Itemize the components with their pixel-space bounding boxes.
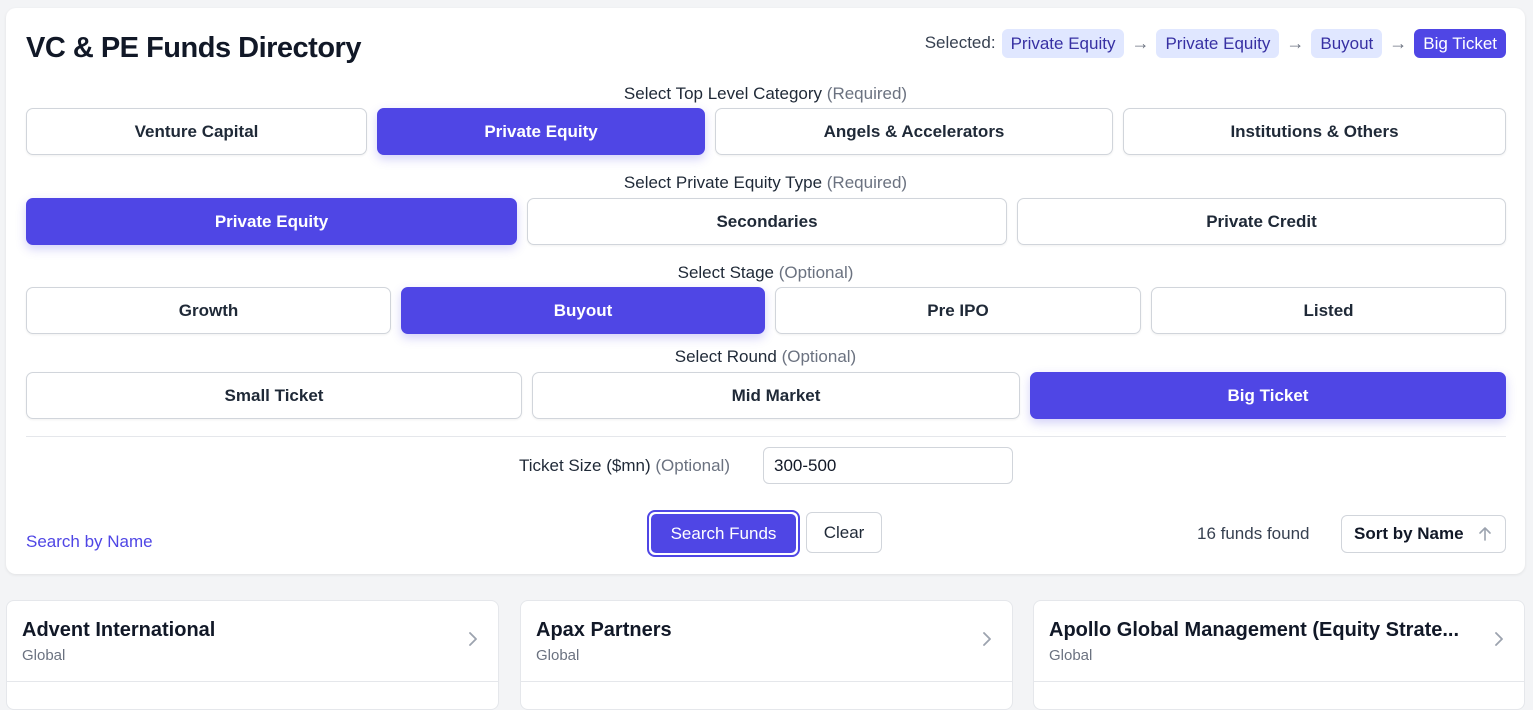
- search-funds-label: Search Funds: [651, 514, 796, 553]
- breadcrumb-chip-stage: Buyout: [1311, 28, 1383, 58]
- fund-name: Advent International: [22, 619, 216, 641]
- pe-type-required-text: (Required): [826, 173, 908, 192]
- search-by-name-link[interactable]: Search by Name: [26, 532, 153, 552]
- chevron-right-icon: [1495, 632, 1503, 646]
- arrow-up-icon: [1478, 527, 1491, 541]
- pe-type-section-label: Select Private Equity Type (Required): [6, 173, 1525, 193]
- option-small-ticket[interactable]: Small Ticket: [26, 372, 522, 419]
- arrow-right-icon: →: [1389, 32, 1408, 53]
- chevron-right-icon: [469, 632, 477, 646]
- option-venture-capital[interactable]: Venture Capital: [26, 108, 367, 155]
- fund-name: Apollo Global Management (Equity Strate.…: [1049, 619, 1460, 641]
- pe-type-label-text: Select Private Equity Type: [623, 173, 823, 192]
- option-big-ticket[interactable]: Big Ticket: [1030, 372, 1506, 419]
- card-divider: [521, 681, 1012, 682]
- section-divider: [26, 436, 1506, 437]
- option-pre-ipo[interactable]: Pre IPO: [775, 287, 1141, 334]
- top-level-required-text: (Required): [826, 84, 908, 103]
- top-level-label-text: Select Top Level Category: [623, 84, 823, 103]
- filter-panel: VC & PE Funds Directory Selected: Privat…: [6, 8, 1525, 574]
- sort-label: Sort by Name: [1354, 524, 1464, 543]
- fund-card[interactable]: Apax Partners Global: [520, 600, 1013, 710]
- results-count: 16 funds found: [1197, 524, 1310, 543]
- option-growth[interactable]: Growth: [26, 287, 391, 334]
- fund-card[interactable]: Advent International Global: [6, 600, 499, 710]
- stage-label-text: Select Stage: [677, 263, 775, 282]
- fund-card[interactable]: Apollo Global Management (Equity Strate.…: [1033, 600, 1525, 710]
- top-level-section-label: Select Top Level Category (Required): [6, 84, 1525, 104]
- arrow-right-icon: →: [1131, 32, 1150, 53]
- sort-button[interactable]: Sort by Name: [1341, 515, 1506, 553]
- option-pe-type-private-equity[interactable]: Private Equity: [26, 198, 517, 245]
- arrow-right-icon: →: [1286, 32, 1305, 53]
- selected-label: Selected:: [924, 33, 996, 52]
- breadcrumb-chip-type: Private Equity: [1156, 28, 1280, 58]
- breadcrumb-chip-category: Private Equity: [1001, 28, 1125, 58]
- card-divider: [7, 681, 498, 682]
- clear-button[interactable]: Clear: [806, 512, 882, 553]
- fund-name: Apax Partners: [536, 619, 672, 641]
- stage-section-label: Select Stage (Optional): [6, 263, 1525, 283]
- option-angels-accelerators[interactable]: Angels & Accelerators: [715, 108, 1113, 155]
- selected-breadcrumb: Selected: Private Equity → Private Equit…: [925, 28, 1506, 58]
- ticket-size-label-text: Ticket Size ($mn): [519, 456, 651, 475]
- ticket-size-input[interactable]: [763, 447, 1013, 484]
- stage-optional-text: (Optional): [778, 263, 854, 282]
- option-private-credit[interactable]: Private Credit: [1017, 198, 1506, 245]
- fund-region: Global: [1049, 647, 1093, 664]
- option-mid-market[interactable]: Mid Market: [532, 372, 1020, 419]
- round-options: Small Ticket Mid Market Big Ticket: [26, 372, 1506, 419]
- ticket-size-label: Ticket Size ($mn) (Optional): [519, 456, 730, 476]
- chevron-right-icon: [983, 632, 991, 646]
- top-level-options: Venture Capital Private Equity Angels & …: [26, 108, 1506, 155]
- fund-region: Global: [22, 647, 66, 664]
- pe-type-options: Private Equity Secondaries Private Credi…: [26, 198, 1506, 245]
- round-label-text: Select Round: [674, 347, 777, 366]
- page-title: VC & PE Funds Directory: [26, 32, 361, 64]
- option-listed[interactable]: Listed: [1151, 287, 1506, 334]
- option-private-equity[interactable]: Private Equity: [377, 108, 705, 155]
- card-divider: [1034, 681, 1524, 682]
- fund-region: Global: [536, 647, 580, 664]
- option-secondaries[interactable]: Secondaries: [527, 198, 1007, 245]
- search-funds-button[interactable]: Search Funds: [647, 510, 800, 557]
- breadcrumb-chip-round: Big Ticket: [1414, 28, 1506, 58]
- round-section-label: Select Round (Optional): [6, 347, 1525, 367]
- stage-options: Growth Buyout Pre IPO Listed: [26, 287, 1506, 334]
- ticket-size-optional-text: (Optional): [655, 456, 730, 475]
- round-optional-text: (Optional): [781, 347, 857, 366]
- option-buyout[interactable]: Buyout: [401, 287, 765, 334]
- option-institutions-others[interactable]: Institutions & Others: [1123, 108, 1506, 155]
